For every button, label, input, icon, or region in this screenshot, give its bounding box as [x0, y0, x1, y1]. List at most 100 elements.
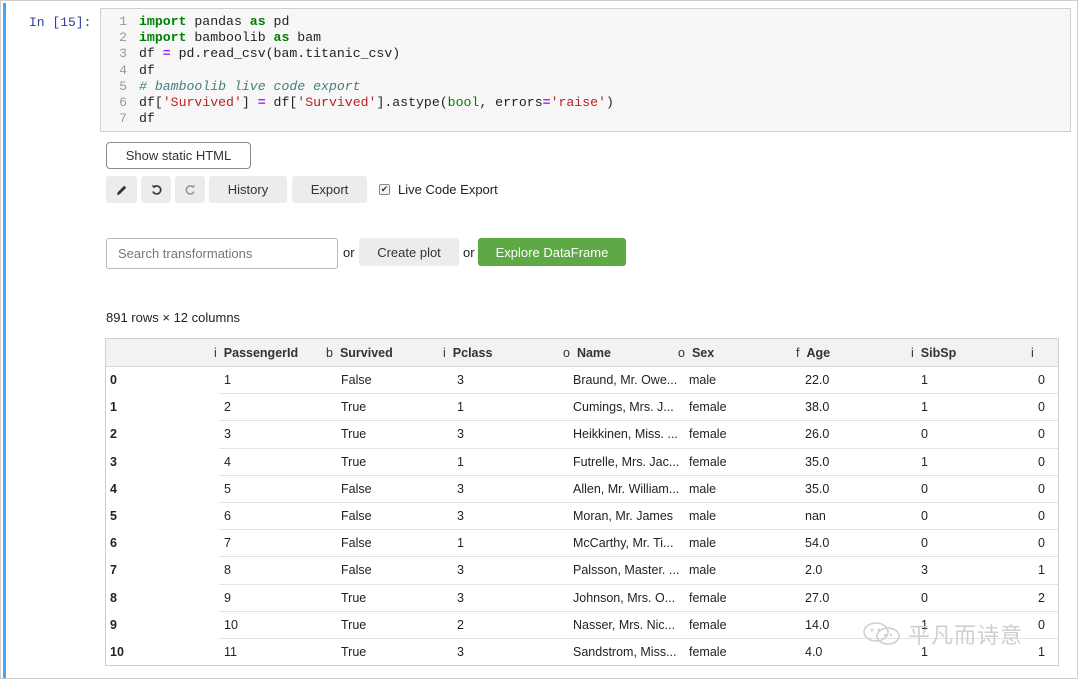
column-type-badge: i [911, 346, 914, 360]
table-cell: 0 [1038, 481, 1045, 496]
code-editor[interactable]: 1 import pandas as pd 2 import bamboolib as… [100, 8, 1071, 132]
table-cell: 1 [457, 454, 464, 469]
code-line: 1 import pandas as pd [101, 14, 614, 30]
table-cell: 0 [1038, 373, 1045, 387]
live-code-export-label: Live Code Export [398, 182, 498, 197]
table-cell: 3 [457, 373, 464, 387]
column-header[interactable]: i Pclass [443, 339, 492, 367]
or-text-1: or [343, 245, 355, 260]
export-button[interactable]: Export [292, 176, 367, 203]
table-cell: 1 [921, 400, 928, 415]
table-cell: Johnson, Mrs. O... [573, 590, 676, 605]
search-transformations-input[interactable] [106, 238, 338, 269]
table-row[interactable]: 0 1 False 3 Braund, Mr. Owe... male 22.0 1 0 [106, 367, 1058, 395]
column-type-badge: i [443, 346, 446, 360]
table-cell: female [689, 645, 727, 659]
table-cell: 14.0 [805, 617, 830, 632]
table-cell: True [341, 590, 367, 605]
table-cell: 10 [224, 617, 238, 632]
table-cell: False [341, 563, 372, 578]
code-line: 6 df['Survived'] = df['Survived'].astype(… [101, 95, 614, 111]
column-header[interactable]: i SibSp [911, 339, 956, 367]
table-cell: 7 [224, 536, 231, 551]
row-index: 5 [110, 509, 117, 523]
column-header[interactable]: o Name [563, 339, 611, 367]
table-cell: female [689, 454, 727, 469]
table-row[interactable]: 6 7 False 1 McCarthy, Mr. Ti... male 54.0 0 0 [106, 530, 1058, 558]
table-cell: Moran, Mr. James [573, 509, 674, 523]
row-index: 9 [110, 617, 117, 632]
code-line: 5 # bamboolib live code export [101, 79, 614, 95]
table-cell: 3 [457, 481, 464, 496]
column-name: Name [576, 346, 611, 360]
table-row[interactable]: 2 3 True 3 Heikkinen, Miss. ... female 26.0 0 0 [106, 421, 1058, 449]
table-cell: 1 [921, 373, 928, 387]
code-line: 2 import bamboolib as bam [101, 30, 614, 46]
table-cell: Heikkinen, Miss. ... [573, 427, 678, 442]
cell-selection-bar [3, 3, 6, 678]
create-plot-button[interactable]: Create plot [359, 238, 459, 266]
table-cell: False [341, 509, 372, 523]
table-cell: True [341, 454, 367, 469]
table-cell: 3 [224, 427, 231, 442]
table-cell: 0 [1038, 617, 1045, 632]
table-row[interactable]: 5 6 False 3 Moran, Mr. James male nan 0 0 [106, 503, 1058, 531]
column-header[interactable]: b Survived [326, 339, 393, 367]
table-header: i PassengerId b Survived i Pclass o Name o Sex f Ag… [106, 339, 1058, 367]
row-index: 2 [110, 427, 117, 442]
table-row[interactable]: 8 9 True 3 Johnson, Mrs. O... female 27.0 0 2 [106, 585, 1058, 612]
table-cell: Nasser, Mrs. Nic... [573, 617, 676, 632]
column-header[interactable]: i [1031, 339, 1041, 367]
column-type-badge: b [326, 346, 333, 360]
table-cell: 35.0 [805, 454, 830, 469]
code-text: df['Survived'] = df['Survived'].astype(b… [139, 94, 614, 110]
table-cell: female [689, 427, 727, 442]
column-header[interactable]: f Age [796, 339, 830, 367]
wechat-icon [863, 622, 900, 645]
table-cell: 0 [921, 590, 928, 605]
table-row[interactable]: 7 8 False 3 Palsson, Master. ... male 2.0 3 1 [106, 557, 1058, 585]
row-index: 8 [110, 590, 117, 605]
row-index: 6 [110, 536, 117, 551]
explore-dataframe-button[interactable]: Explore DataFrame [478, 238, 626, 266]
table-cell: McCarthy, Mr. Ti... [573, 536, 674, 551]
table-cell: 2 [457, 617, 464, 632]
line-number: 3 [119, 46, 127, 62]
live-code-export-checkbox[interactable]: ✔ [379, 184, 390, 195]
code-text: # bamboolib live code export [139, 78, 361, 94]
code-line: 3 df = pd.read_csv(bam.titanic_csv) [101, 46, 614, 62]
table-cell: 0 [921, 427, 928, 442]
table-row[interactable]: 1 2 True 1 Cumings, Mrs. J... female 38.0 1 0 [106, 394, 1058, 422]
table-summary: 891 rows × 12 columns [106, 310, 241, 325]
table-cell: 8 [224, 563, 231, 578]
table-cell: 38.0 [805, 400, 830, 415]
history-button[interactable]: History [209, 176, 287, 203]
edit-button[interactable] [106, 176, 137, 203]
line-number: 6 [119, 94, 127, 110]
table-cell: Allen, Mr. William... [573, 481, 680, 496]
row-index: 10 [110, 645, 124, 659]
table-cell: 1 [1038, 563, 1045, 578]
table-cell: 0 [1038, 509, 1045, 523]
table-cell: 3 [457, 590, 464, 605]
row-index: 3 [110, 454, 117, 469]
table-cell: 2 [1038, 590, 1045, 605]
table-cell: 6 [224, 509, 231, 523]
column-header[interactable]: i PassengerId [214, 339, 298, 367]
redo-button[interactable] [175, 176, 205, 203]
table-cell: 0 [921, 536, 928, 551]
table-cell: female [689, 590, 727, 605]
column-type-badge: i [214, 346, 217, 360]
table-cell: 27.0 [805, 590, 830, 605]
code-lines: 1 import pandas as pd 2 import bamboolib as… [101, 14, 614, 127]
table-cell: 3 [457, 645, 464, 659]
table-cell: 2.0 [805, 563, 823, 578]
show-static-html-button[interactable]: Show static HTML [106, 142, 251, 169]
table-row[interactable]: 4 5 False 3 Allen, Mr. William... male 35.0 0 0 [106, 476, 1058, 503]
table-row[interactable]: 3 4 True 1 Futrelle, Mrs. Jac... female 35.0 1 0 [106, 449, 1058, 476]
line-number: 4 [119, 62, 127, 78]
column-header[interactable]: o Sex [678, 339, 714, 367]
code-text: df = pd.read_csv(bam.titanic_csv) [139, 46, 401, 62]
undo-button[interactable] [141, 176, 171, 203]
row-index: 7 [110, 563, 117, 578]
